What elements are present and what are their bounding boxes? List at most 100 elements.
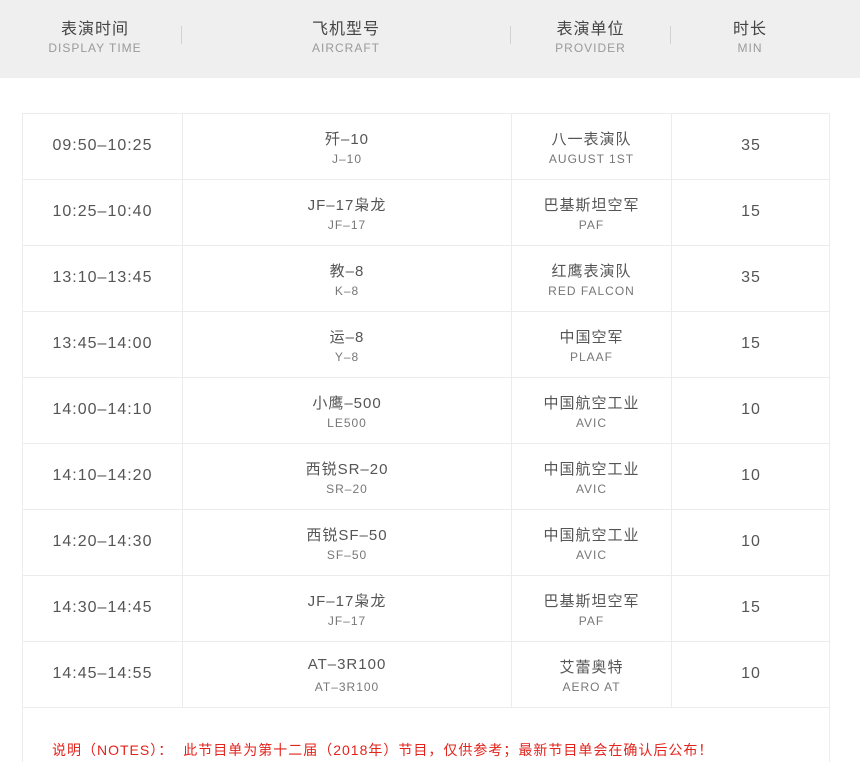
display-time: 09:50–10:25: [52, 137, 153, 154]
aircraft-name-en: SF–50: [326, 548, 368, 562]
table-row: 10:25–10:40 JF–17枭龙 JF–17 巴基斯坦空军 PAF 15: [22, 180, 830, 246]
table-header: 表演时间 DISPLAY TIME 飞机型号 AIRCRAFT 表演单位 PRO…: [0, 0, 860, 78]
display-time-cell: 14:45–14:55: [23, 642, 183, 707]
display-time: 13:45–14:00: [52, 335, 153, 352]
notes: 说明（NOTES）： 此节目单为第十二届（2018年）节目，仅供参考；最新节目单会…: [52, 740, 713, 760]
provider-name-en: AVIC: [575, 416, 608, 430]
display-time: 14:10–14:20: [52, 467, 153, 484]
aircraft-cell: 教–8 K–8: [183, 246, 512, 311]
provider-name-cn: 八一表演队: [551, 131, 632, 148]
header-label-cn: 时长: [732, 21, 767, 38]
provider-cell: 中国航空工业 AVIC: [512, 510, 672, 575]
provider-cell: 中国航空工业 AVIC: [512, 444, 672, 509]
duration-minutes: 15: [741, 599, 761, 616]
duration-cell: 15: [672, 576, 830, 641]
aircraft-name-cn: 歼–10: [324, 131, 370, 148]
aircraft-name-cn: 教–8: [329, 263, 365, 280]
provider-name-cn: 红鹰表演队: [551, 263, 632, 280]
aircraft-cell: JF–17枭龙 JF–17: [183, 576, 512, 641]
aircraft-cell: JF–17枭龙 JF–17: [183, 180, 512, 245]
provider-cell: 八一表演队 AUGUST 1ST: [512, 114, 672, 179]
duration-cell: 35: [672, 114, 830, 179]
aircraft-name-cn: JF–17枭龙: [307, 593, 387, 610]
provider-cell: 艾蕾奥特 AERO AT: [512, 642, 672, 707]
table-row: 09:50–10:25 歼–10 J–10 八一表演队 AUGUST 1ST 35: [22, 114, 830, 180]
duration-minutes: 10: [741, 665, 761, 682]
display-time-cell: 13:10–13:45: [23, 246, 183, 311]
schedule-table: 09:50–10:25 歼–10 J–10 八一表演队 AUGUST 1ST 35 10:2…: [22, 113, 830, 708]
display-time-cell: 14:30–14:45: [23, 576, 183, 641]
duration-minutes: 10: [741, 401, 761, 418]
notes-label: 说明（NOTES）：: [52, 742, 174, 758]
aircraft-name-en: J–10: [331, 152, 363, 166]
header-label-en: DISPLAY TIME: [48, 41, 142, 55]
table-row: 14:30–14:45 JF–17枭龙 JF–17 巴基斯坦空军 PAF 15: [22, 576, 830, 642]
table-row: 13:10–13:45 教–8 K–8 红鹰表演队 RED FALCON 35: [22, 246, 830, 312]
provider-name-cn: 巴基斯坦空军: [543, 593, 640, 610]
header-label-cn: 飞机型号: [311, 21, 380, 38]
aircraft-cell: AT–3R100 AT–3R100: [183, 642, 512, 707]
display-time: 14:20–14:30: [52, 533, 153, 550]
provider-cell: 红鹰表演队 RED FALCON: [512, 246, 672, 311]
display-time-cell: 09:50–10:25: [23, 114, 183, 179]
aircraft-cell: 西锐SR–20 SR–20: [183, 444, 512, 509]
header-aircraft: 飞机型号 AIRCRAFT: [182, 0, 510, 78]
provider-name-cn: 中国航空工业: [543, 461, 640, 478]
provider-name-en: PLAAF: [569, 350, 613, 364]
provider-cell: 中国空军 PLAAF: [512, 312, 672, 377]
provider-name-cn: 中国航空工业: [543, 395, 640, 412]
table-row: 14:45–14:55 AT–3R100 AT–3R100 艾蕾奥特 AERO AT 10: [22, 642, 830, 708]
aircraft-name-cn: 西锐SF–50: [306, 527, 388, 544]
duration-minutes: 15: [741, 335, 761, 352]
display-time: 14:45–14:55: [52, 665, 153, 682]
display-time: 14:00–14:10: [52, 401, 153, 418]
duration-minutes: 10: [741, 467, 761, 484]
provider-cell: 中国航空工业 AVIC: [512, 378, 672, 443]
aircraft-name-en: SR–20: [326, 482, 368, 496]
notes-text: 此节目单为第十二届（2018年）节目，仅供参考；最新节目单会在确认后公布！: [183, 742, 714, 758]
duration-cell: 35: [672, 246, 830, 311]
duration-cell: 10: [672, 444, 830, 509]
table-row: 14:20–14:30 西锐SF–50 SF–50 中国航空工业 AVIC 10: [22, 510, 830, 576]
provider-name-en: RED FALCON: [548, 284, 635, 298]
provider-name-en: AUGUST 1ST: [548, 152, 635, 166]
table-row: 14:10–14:20 西锐SR–20 SR–20 中国航空工业 AVIC 10: [22, 444, 830, 510]
aircraft-name-cn: 西锐SR–20: [305, 461, 389, 478]
provider-name-cn: 艾蕾奥特: [559, 659, 624, 676]
table-row: 14:00–14:10 小鹰–500 LE500 中国航空工业 AVIC 10: [22, 378, 830, 444]
aircraft-cell: 西锐SF–50 SF–50: [183, 510, 512, 575]
header-min: 时长 MIN: [671, 0, 829, 78]
display-time-cell: 10:25–10:40: [23, 180, 183, 245]
duration-cell: 15: [672, 180, 830, 245]
header-label-cn: 表演单位: [556, 21, 625, 38]
header-provider: 表演单位 PROVIDER: [511, 0, 670, 78]
display-time-cell: 14:10–14:20: [23, 444, 183, 509]
duration-cell: 10: [672, 378, 830, 443]
provider-name-en: PAF: [578, 614, 605, 628]
aircraft-name-en: K–8: [334, 284, 360, 298]
duration-cell: 15: [672, 312, 830, 377]
aircraft-name-en: LE500: [327, 416, 367, 430]
aircraft-name-en: AT–3R100: [314, 680, 380, 694]
provider-name-cn: 中国航空工业: [543, 527, 640, 544]
duration-minutes: 35: [741, 269, 761, 286]
display-time: 14:30–14:45: [52, 599, 153, 616]
provider-name-en: AVIC: [575, 548, 608, 562]
header-label-cn: 表演时间: [60, 21, 129, 38]
notes-section: 说明（NOTES）： 此节目单为第十二届（2018年）节目，仅供参考；最新节目单会…: [22, 707, 830, 762]
header-label-en: AIRCRAFT: [312, 41, 380, 55]
provider-name-en: PAF: [578, 218, 605, 232]
display-time-cell: 14:20–14:30: [23, 510, 183, 575]
aircraft-name-cn: 小鹰–500: [312, 395, 382, 412]
duration-minutes: 15: [741, 203, 761, 220]
aircraft-cell: 小鹰–500 LE500: [183, 378, 512, 443]
display-time-cell: 13:45–14:00: [23, 312, 183, 377]
aircraft-name-en: Y–8: [334, 350, 360, 364]
provider-name-cn: 巴基斯坦空军: [543, 197, 640, 214]
aircraft-cell: 运–8 Y–8: [183, 312, 512, 377]
header-label-en: PROVIDER: [555, 41, 626, 55]
aircraft-cell: 歼–10 J–10: [183, 114, 512, 179]
header-display-time: 表演时间 DISPLAY TIME: [10, 0, 180, 78]
header-label-en: MIN: [737, 41, 763, 55]
display-time: 13:10–13:45: [52, 269, 153, 286]
